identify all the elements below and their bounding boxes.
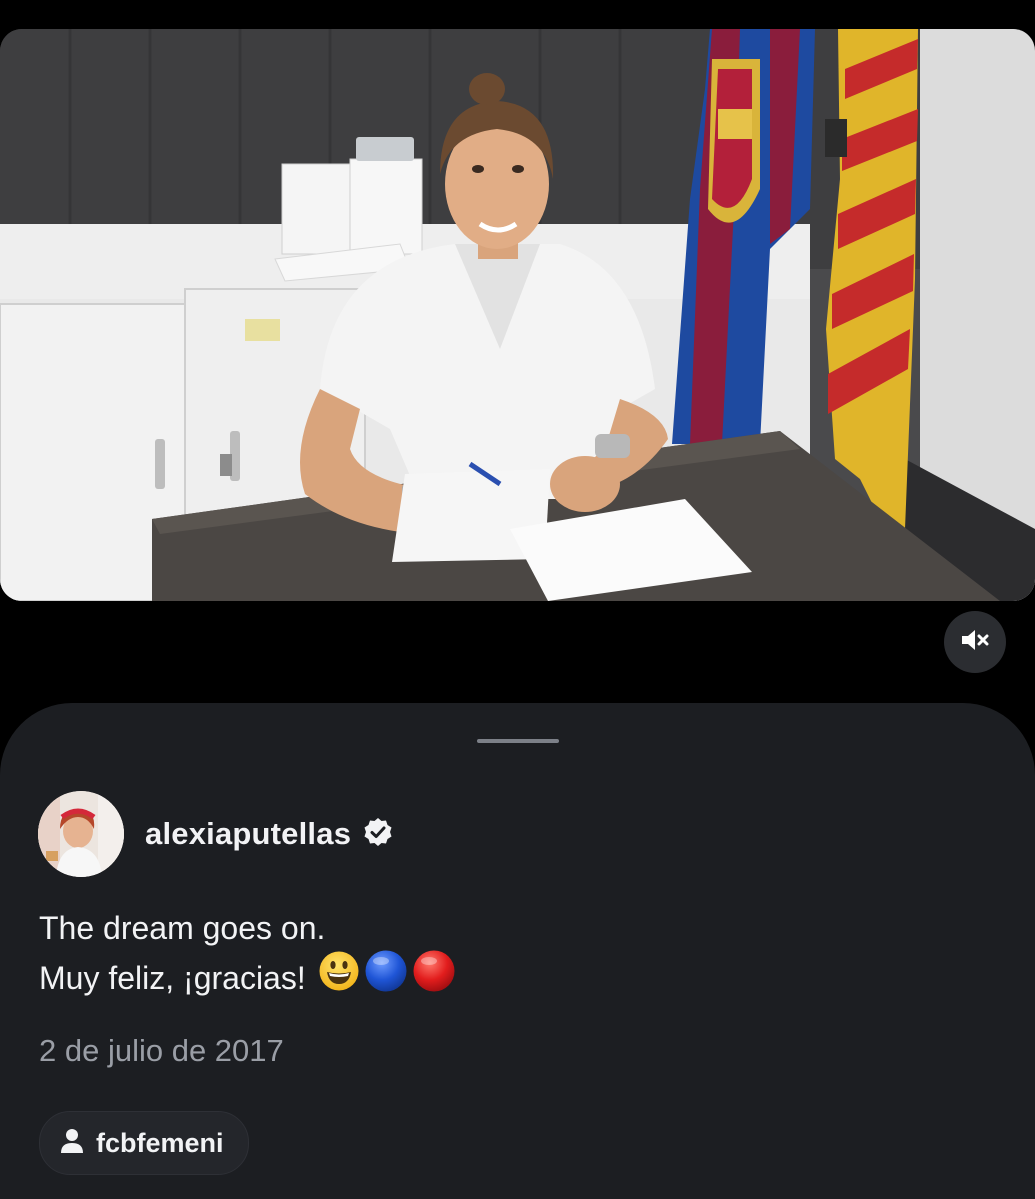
mute-button[interactable] bbox=[944, 611, 1006, 673]
person-icon bbox=[60, 1128, 84, 1159]
caption-line-1: The dream goes on. bbox=[39, 910, 326, 946]
red-circle-icon bbox=[412, 949, 456, 1007]
grinning-face-icon bbox=[318, 950, 360, 1006]
verified-badge-icon bbox=[363, 817, 393, 852]
post-date: 2 de julio de 2017 bbox=[39, 1033, 284, 1068]
tagged-user-chip[interactable]: fcbfemeni bbox=[39, 1111, 249, 1175]
username[interactable]: alexiaputellas bbox=[145, 816, 351, 852]
username-row[interactable]: alexiaputellas bbox=[145, 814, 393, 854]
speaker-muted-icon bbox=[960, 627, 990, 658]
sheet-grabber[interactable] bbox=[477, 739, 559, 743]
post-details-sheet: alexiaputellas The dream goes on. Muy fe… bbox=[0, 703, 1035, 1199]
post-caption: The dream goes on. Muy feliz, ¡gracias! bbox=[39, 903, 456, 1003]
blue-circle-icon bbox=[364, 949, 408, 1007]
instagram-post-screen: alexiaputellas The dream goes on. Muy fe… bbox=[0, 0, 1035, 1199]
avatar[interactable] bbox=[38, 791, 124, 877]
post-photo[interactable] bbox=[0, 29, 1035, 601]
tagged-username: fcbfemeni bbox=[96, 1127, 224, 1158]
caption-line-2: Muy feliz, ¡gracias! bbox=[39, 960, 306, 996]
caption-emojis bbox=[318, 949, 456, 1007]
